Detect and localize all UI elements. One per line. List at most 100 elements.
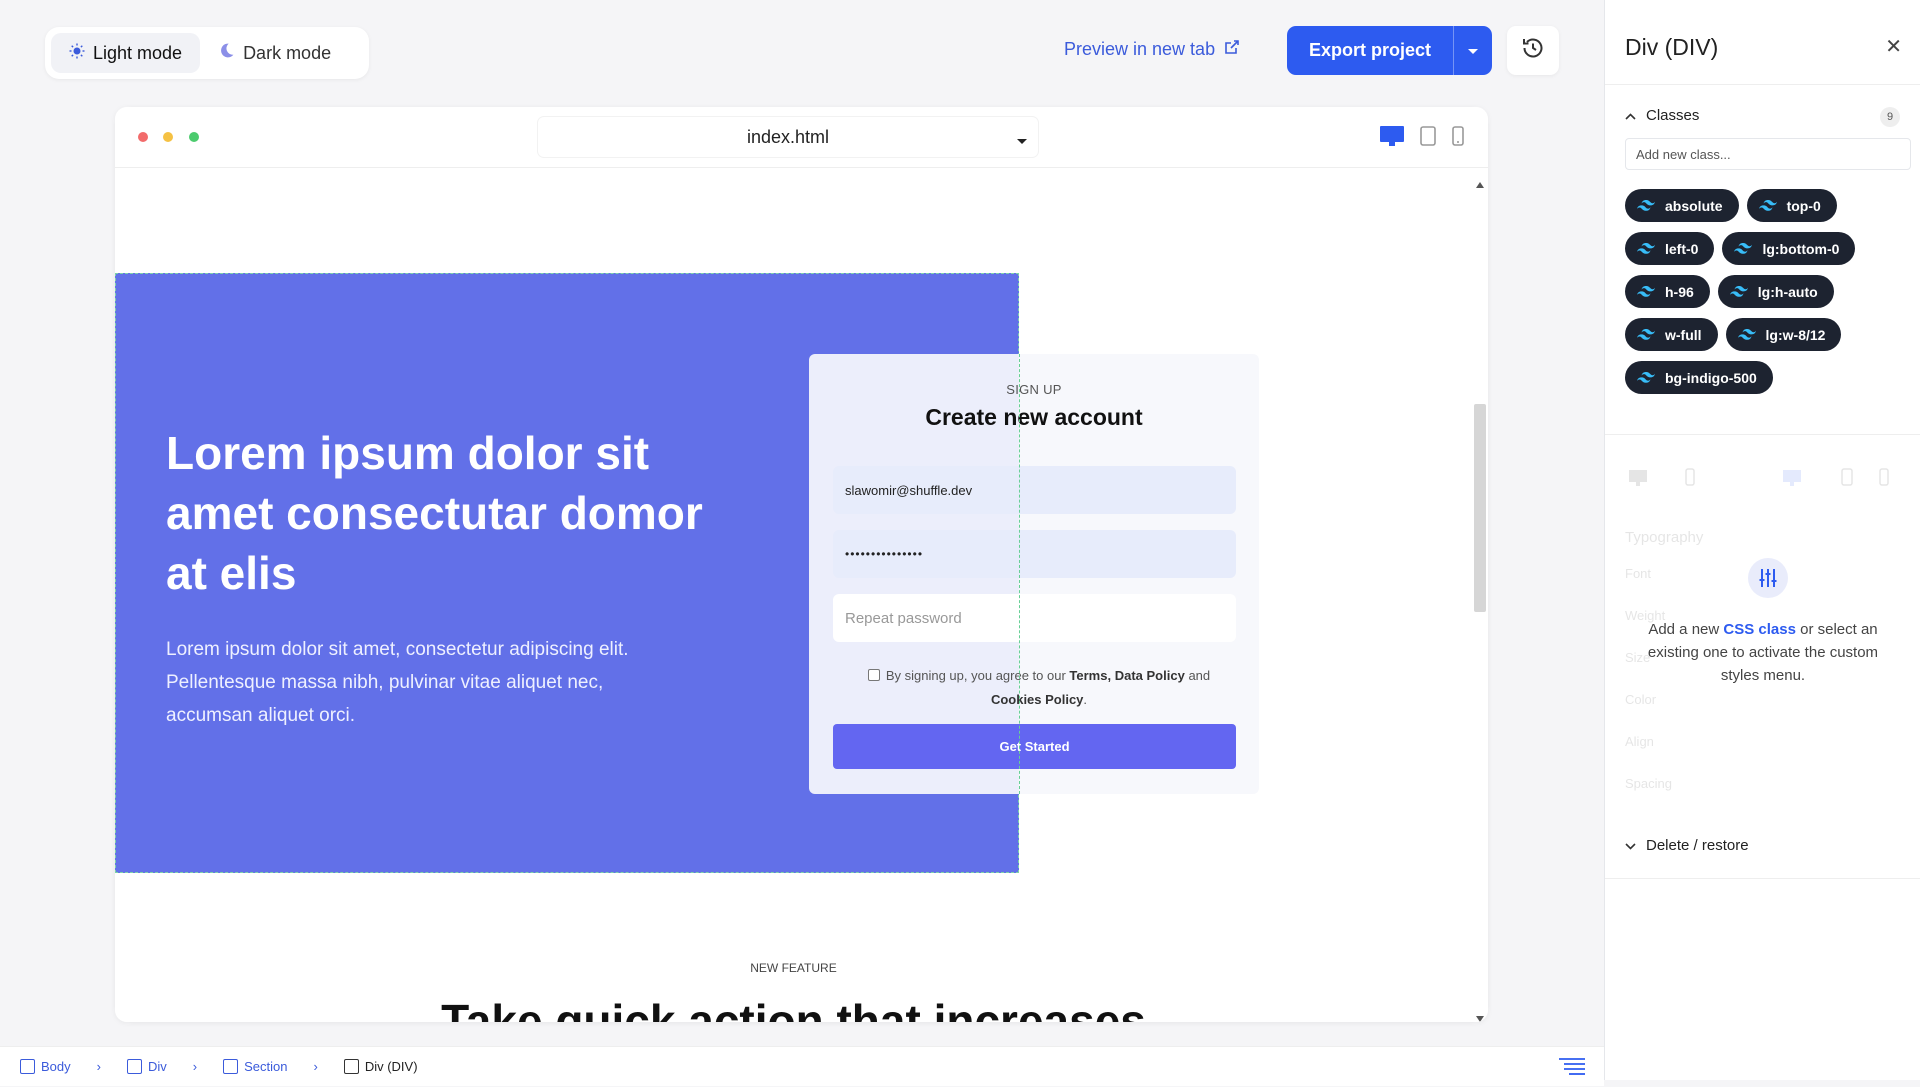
desktop-icon (1783, 470, 1801, 491)
breadcrumb-item-current[interactable]: Div (DIV) (343, 1059, 418, 1074)
cookies-policy-link[interactable]: Cookies Policy (991, 692, 1083, 707)
tailwind-icon (1737, 327, 1756, 343)
moon-icon (218, 42, 235, 64)
get-started-button[interactable]: Get Started (833, 724, 1236, 769)
mobile-icon[interactable] (1452, 126, 1464, 151)
maximize-dot (189, 132, 199, 142)
class-chip-label: absolute (1665, 197, 1723, 214)
breadcrumb-item-section[interactable]: Section (223, 1059, 287, 1074)
email-field[interactable]: slawomir@shuffle.dev (833, 466, 1236, 514)
class-chip-label: lg:h-auto (1757, 283, 1818, 300)
tailwind-icon (1729, 284, 1748, 300)
delete-restore-toggle[interactable]: Delete / restore (1625, 837, 1749, 854)
class-chip-label: lg:w-8/12 (1765, 326, 1826, 343)
tablet-icon[interactable] (1420, 126, 1436, 151)
tablet-icon (1841, 468, 1853, 491)
divider (1605, 434, 1920, 435)
tailwind-icon (1637, 327, 1655, 343)
feature-title: Take quick action that increases (441, 995, 1146, 1022)
desktop-icon[interactable] (1380, 126, 1404, 151)
class-chip[interactable]: top-0 (1746, 189, 1837, 222)
classes-count-badge: 9 (1880, 107, 1900, 127)
terms-prefix: By signing up, you agree to our (885, 668, 1066, 683)
external-link-icon (1223, 38, 1241, 61)
class-chip[interactable]: w-full (1625, 318, 1718, 351)
class-chip[interactable]: lg:w-8/12 (1725, 318, 1842, 351)
chevron-right-icon: › (96, 1059, 101, 1074)
preview-frame: index.html Lorem ipsum dolor sit amet co… (115, 107, 1488, 1022)
chevron-down-icon (1625, 837, 1636, 854)
history-icon (1521, 36, 1545, 65)
preview-in-new-tab-link[interactable]: Preview in new tab (1064, 38, 1241, 61)
device-toggle (1380, 126, 1464, 151)
styles-hint: Add a new CSS class or select an existin… (1643, 618, 1883, 687)
breadcrumb-label: Section (244, 1059, 288, 1074)
selection-guide-line (1019, 354, 1020, 794)
panel-title: Div (DIV) (1625, 34, 1719, 60)
repeat-password-field[interactable]: Repeat password (833, 594, 1236, 642)
class-chip[interactable]: absolute (1625, 189, 1739, 222)
scroll-up-icon[interactable] (1476, 175, 1484, 193)
chevron-down-icon (1016, 130, 1028, 151)
class-chip-label: top-0 (1786, 197, 1821, 214)
breadcrumb-label: Div (DIV) (364, 1059, 418, 1074)
chevron-right-icon: › (313, 1059, 318, 1074)
tailwind-icon (1758, 198, 1777, 214)
close-dot (138, 132, 148, 142)
export-project-button[interactable]: Export project (1287, 26, 1492, 75)
class-chip-label: bg-indigo-500 (1665, 369, 1757, 386)
class-chip-label: w-full (1665, 326, 1702, 343)
file-name: index.html (746, 126, 830, 147)
terms-link[interactable]: Terms, (1069, 668, 1111, 683)
signup-card: SIGN UP Create new account slawomir@shuf… (809, 354, 1259, 794)
preview-label: Preview in new tab (1064, 39, 1216, 59)
color-label: Color (1625, 692, 1657, 707)
scroll-down-icon[interactable] (1476, 1009, 1484, 1022)
mobile-icon (1685, 468, 1695, 491)
file-select[interactable]: index.html (538, 117, 1038, 157)
export-project-label: Export project (1287, 26, 1454, 75)
dark-mode-button[interactable]: Dark mode (200, 33, 349, 73)
hint-bold: CSS class (1723, 621, 1796, 638)
tailwind-icon (1637, 284, 1655, 300)
minimize-dot (163, 132, 173, 142)
add-class-input[interactable]: Add new class... (1625, 138, 1911, 170)
divider (1605, 84, 1920, 85)
mode-switch: Light mode Dark mode (45, 27, 369, 79)
classes-section-toggle[interactable]: Classes (1625, 107, 1699, 124)
browser-bar: index.html (115, 107, 1488, 168)
element-icon (126, 1059, 142, 1074)
tailwind-icon (1637, 370, 1655, 386)
sun-icon (69, 43, 85, 64)
sliders-icon (1748, 558, 1788, 598)
breadcrumb-item-body[interactable]: Body (20, 1059, 71, 1074)
element-icon (343, 1059, 359, 1074)
scroll-thumb[interactable] (1474, 404, 1486, 612)
list-icon (1559, 1057, 1585, 1078)
terms-checkbox[interactable] (867, 669, 880, 681)
class-chip[interactable]: lg:bottom-0 (1722, 232, 1856, 265)
tailwind-icon (1734, 241, 1753, 257)
password-field[interactable]: ••••••••••••••• (833, 530, 1236, 578)
class-chip[interactable]: left-0 (1625, 232, 1715, 265)
class-chip[interactable]: h-96 (1625, 275, 1710, 308)
class-chip-label: left-0 (1665, 240, 1699, 257)
scrollbar[interactable] (1472, 169, 1488, 1022)
class-chip[interactable]: lg:h-auto (1717, 275, 1834, 308)
tailwind-icon (1637, 241, 1655, 257)
hero-title: Lorem ipsum dolor sit amet consectutar d… (166, 427, 703, 599)
layers-list-button[interactable] (1540, 1047, 1604, 1087)
dark-mode-label: Dark mode (243, 42, 332, 63)
breadcrumb-item-div[interactable]: Div (126, 1059, 167, 1074)
signup-eyebrow: SIGN UP (1006, 382, 1062, 397)
page-viewport: Lorem ipsum dolor sit amet consectutar d… (115, 169, 1472, 1022)
export-options-dropdown[interactable] (1454, 40, 1492, 61)
history-button[interactable] (1507, 26, 1559, 75)
typography-label: Typography (1625, 529, 1704, 546)
class-chip[interactable]: bg-indigo-500 (1625, 361, 1773, 394)
signup-title: Create new account (925, 404, 1143, 430)
light-mode-button[interactable]: Light mode (51, 33, 201, 73)
hero-text: Lorem ipsum dolor sit amet, consectetur … (166, 639, 629, 726)
close-icon[interactable]: ✕ (1885, 34, 1902, 59)
data-policy-link[interactable]: Data Policy (1115, 668, 1185, 683)
